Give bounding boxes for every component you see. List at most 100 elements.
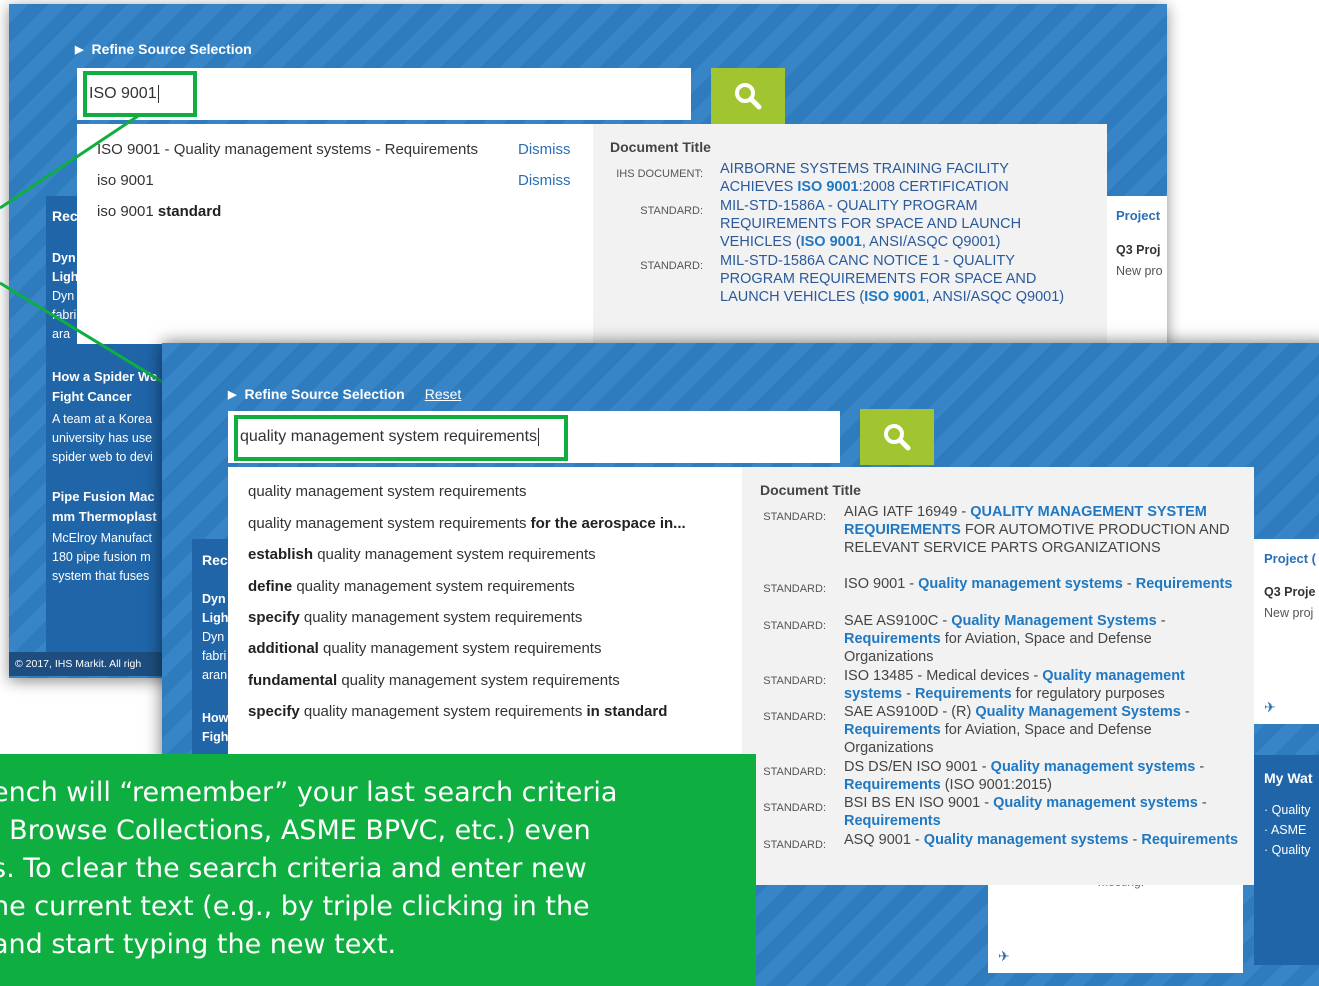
suggestion-text: quality management system requirements: [323, 640, 602, 657]
suggestion-bold-text: specify: [248, 703, 304, 720]
suggestion-bold-text: define: [248, 578, 297, 595]
watchlist-item[interactable]: · Quality: [1264, 843, 1311, 857]
doc-type-label: STANDARD:: [763, 511, 826, 523]
doc-type-label: STANDARD:: [763, 583, 826, 595]
autocomplete-suggestions: quality management system requirements q…: [228, 467, 742, 767]
document-result-link[interactable]: SAE AS9100C - Quality Management Systems…: [844, 612, 1239, 667]
document-result-link[interactable]: AIAG IATF 16949 - QUALITY MANAGEMENT SYS…: [844, 503, 1239, 558]
suggestion-item[interactable]: specify quality management system requir…: [248, 609, 742, 626]
document-result-link[interactable]: BSI BS EN ISO 9001 - Quality management …: [844, 794, 1239, 830]
doc-title-match: Quality Management Systems: [951, 613, 1157, 629]
doc-title-text: -: [902, 686, 915, 703]
search-input-highlight: [234, 415, 568, 461]
project-card[interactable]: Project ( Q3 Proje New proj ✈: [1252, 539, 1319, 724]
suggestion-item[interactable]: establish quality management system requ…: [248, 546, 742, 563]
callout-line: , Browse Collections, ASME BPVC, etc.) e…: [0, 815, 591, 846]
doc-title-text: ISO 13485 - Medical devices -: [844, 668, 1043, 684]
doc-title-text: (ISO 9001:2015): [940, 777, 1052, 794]
suggestion-item[interactable]: quality management system requirements: [248, 483, 742, 500]
suggestion-text: quality management system requirements: [296, 578, 575, 595]
doc-title-match: Requirements: [844, 722, 941, 739]
refine-source-label: Refine Source Selection: [244, 386, 405, 402]
watchlist-item[interactable]: · ASME: [1264, 823, 1306, 837]
doc-title-text: DS DS/EN ISO 9001 -: [844, 759, 991, 775]
suggestion-bold-text: for the aerospace in...: [530, 515, 686, 532]
suggestion-bold-text: additional: [248, 640, 323, 657]
suggestion-bold-text: in standard: [586, 703, 668, 720]
instruction-callout: ench will “remember” your last search cr…: [0, 754, 756, 986]
doc-title-text: ISO 9001 -: [844, 576, 919, 592]
doc-title-text: BSI BS EN ISO 9001 -: [844, 795, 994, 811]
pin-icon[interactable]: ✈: [998, 948, 1010, 965]
doc-title-text: -: [1128, 832, 1142, 848]
bg-dyn-line: Ligh: [202, 611, 229, 625]
suggestion-item[interactable]: specify quality management system requir…: [248, 703, 742, 720]
bg-dyn-line: Dyn: [202, 630, 225, 644]
suggestion-item[interactable]: additional quality management system req…: [248, 640, 742, 657]
bg-how-title: How Figh: [202, 709, 228, 747]
refine-source-toggle[interactable]: ▶ Refine Source Selection Reset: [228, 386, 461, 402]
doc-title-text: -: [1197, 795, 1207, 811]
callout-line: ench will “remember” your last search cr…: [0, 777, 618, 808]
document-result-link[interactable]: ISO 13485 - Medical devices - Quality ma…: [844, 667, 1239, 703]
suggestion-text: quality management system requirements: [317, 546, 596, 563]
project-card-desc: New proj: [1264, 606, 1314, 620]
reset-link[interactable]: Reset: [425, 386, 462, 402]
suggestion-item[interactable]: quality management system requirements f…: [248, 515, 742, 532]
document-result-link[interactable]: DS DS/EN ISO 9001 - Quality management s…: [844, 758, 1239, 794]
search-button[interactable]: [860, 409, 934, 465]
suggestion-bold-text: fundamental: [248, 672, 342, 689]
suggestion-text: quality management system requirements: [303, 703, 587, 720]
doc-title-text: -: [1195, 759, 1205, 775]
doc-title-text: SAE AS9100C -: [844, 613, 952, 629]
bg-dyn-line: fabri: [202, 649, 227, 663]
suggestion-text: quality management system requirements: [248, 483, 527, 500]
doc-title-match: Quality management systems: [923, 832, 1129, 848]
project-card-item: Q3 Proje: [1264, 585, 1316, 599]
doc-title-match: Requirements: [844, 777, 941, 794]
doc-title-match: Quality management systems: [993, 795, 1198, 811]
bg-dyn-line: Dyn: [202, 592, 226, 606]
suggestion-bold-text: specify: [248, 609, 304, 626]
document-result-link[interactable]: SAE AS9100D - (R) Quality Management Sys…: [844, 703, 1239, 758]
doc-title-match: Quality management systems: [918, 576, 1123, 592]
suggestion-text: quality management system requirements: [248, 515, 531, 532]
doc-type-label: STANDARD:: [763, 711, 826, 723]
suggestion-text: quality management system requirements: [341, 672, 620, 689]
doc-title-match: Requirements: [844, 631, 941, 648]
bg-how-line: How: [202, 711, 229, 725]
expand-triangle-icon: ▶: [228, 388, 237, 401]
watchlist-card: My Wat · Quality · ASME · Quality: [1254, 755, 1319, 965]
watchlist-title: My Wat: [1264, 770, 1313, 786]
doc-title-text: -: [1180, 704, 1190, 720]
document-title-results: Document Title STANDARD: AIAG IATF 16949 …: [742, 467, 1254, 885]
bg-fig-line: Figh: [202, 730, 229, 744]
bg-dyn-block: Dyn Ligh Dyn fabri aran: [202, 590, 228, 685]
pin-icon[interactable]: ✈: [1264, 699, 1276, 716]
doc-title-text: ASQ 9001 -: [844, 832, 924, 848]
suggestion-bold-text: establish: [248, 546, 318, 563]
document-title-header: Document Title: [760, 482, 861, 498]
doc-type-label: STANDARD:: [763, 620, 826, 632]
watchlist-item[interactable]: · Quality: [1264, 803, 1311, 817]
document-result-link[interactable]: ASQ 9001 - Quality management systems - …: [844, 831, 1239, 849]
bg-dyn-line: aran: [202, 668, 228, 682]
callout-line: s. To clear the search criteria and ente…: [0, 853, 587, 884]
bottom-card: meeting. ✈: [988, 873, 1243, 973]
doc-title-match: Requirements: [914, 686, 1012, 703]
search-icon: [884, 424, 911, 451]
doc-title-text: -: [1156, 613, 1166, 629]
doc-title-text: for regulatory purposes: [1011, 686, 1165, 703]
bg-rec-heading: Rec: [202, 552, 228, 568]
suggestion-item[interactable]: fundamental quality management system re…: [248, 672, 742, 689]
doc-title-text: -: [1122, 576, 1136, 592]
doc-title-match: Requirements: [1141, 832, 1239, 848]
doc-title-match: Requirements: [1135, 576, 1233, 592]
doc-title-text: SAE AS9100D - (R): [844, 704, 976, 720]
suggestion-item[interactable]: define quality management system require…: [248, 578, 742, 595]
document-result-link[interactable]: ISO 9001 - Quality management systems - …: [844, 575, 1239, 593]
doc-title-match: Quality Management Systems: [975, 704, 1181, 720]
callout-line: and start typing the new text.: [0, 929, 397, 960]
doc-title-match: Requirements: [844, 813, 941, 830]
doc-type-label: STANDARD:: [763, 675, 826, 687]
